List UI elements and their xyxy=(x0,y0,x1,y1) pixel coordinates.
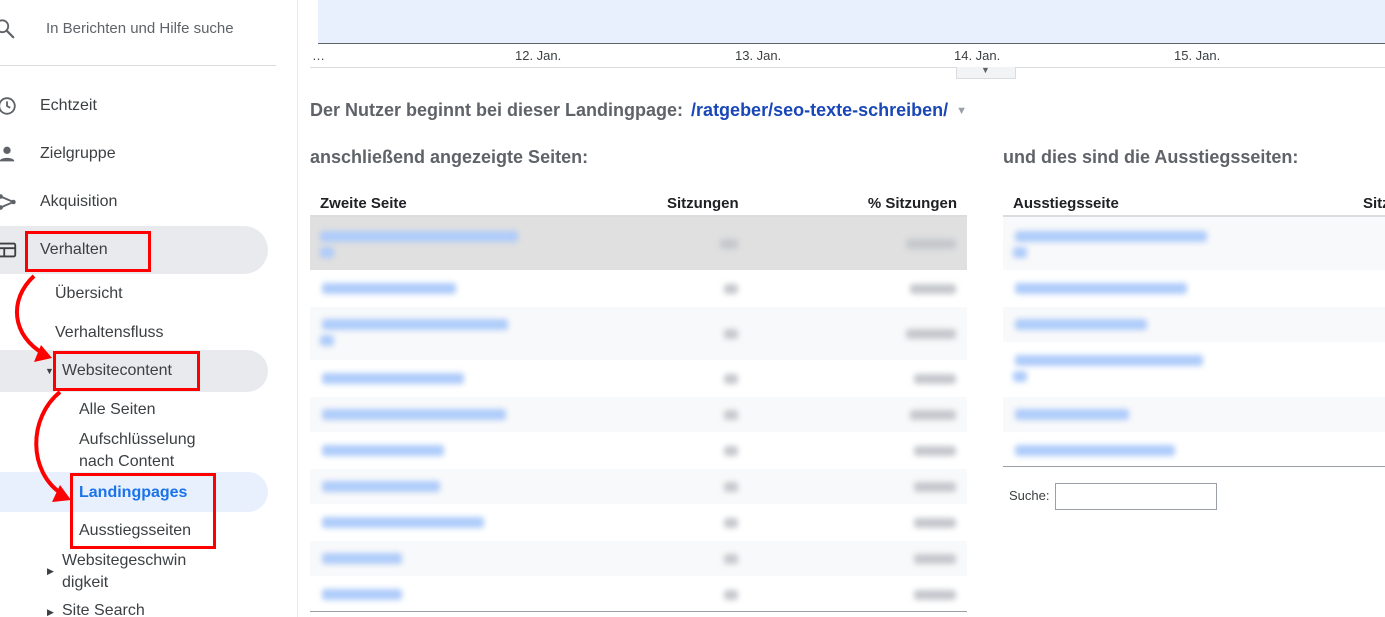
table-row[interactable] xyxy=(310,433,967,469)
sidebar-item-echtzeit[interactable]: Echtzeit xyxy=(0,84,276,128)
next-pages-table: Zweite Seite Sitzungen % Sitzungen xyxy=(310,190,967,613)
table-row[interactable] xyxy=(310,469,967,505)
table-header: Zweite Seite Sitzungen % Sitzungen xyxy=(310,190,967,217)
search-label: Suche: xyxy=(1009,488,1050,503)
exit-pages-table: Ausstiegsseite Sitz xyxy=(1003,190,1385,469)
table-row[interactable] xyxy=(310,361,967,397)
sidebar-subitem-aufschluesselung-line2[interactable]: nach Content xyxy=(79,451,174,473)
exit-pages-search-input[interactable] xyxy=(1055,483,1217,510)
column-header-ausstiegsseite[interactable]: Ausstiegsseite xyxy=(1013,195,1119,212)
caret-right-icon[interactable]: ▶ xyxy=(47,566,54,577)
sidebar-item-label: Verhalten xyxy=(40,241,108,258)
chart-x-tick: 14. Jan. xyxy=(954,48,1001,63)
chart-collapse-toggle[interactable]: ▼ xyxy=(956,65,1016,79)
sidebar-item-label: Zielgruppe xyxy=(40,145,116,162)
table-row[interactable] xyxy=(310,397,967,433)
sidebar-item-label: Echtzeit xyxy=(40,97,97,114)
main-content: … 12. Jan. 13. Jan. 14. Jan. 15. Jan. ▼ … xyxy=(298,0,1385,617)
chart-x-tick: 12. Jan. xyxy=(515,48,562,63)
sidebar-subitem-geschwindigkeit-line1[interactable]: Websitegeschwin xyxy=(62,550,186,572)
sidebar-item-label: Akquisition xyxy=(40,193,118,210)
column-header-zweite-seite[interactable]: Zweite Seite xyxy=(320,195,407,212)
report-search[interactable]: In Berichten und Hilfe suche xyxy=(0,0,276,66)
table-row[interactable] xyxy=(1003,307,1385,343)
sidebar-subitem-websitecontent[interactable]: Websitecontent xyxy=(62,360,172,382)
clock-icon xyxy=(0,97,16,115)
table-divider xyxy=(1003,466,1385,467)
sidebar-item-zielgruppe[interactable]: Zielgruppe xyxy=(0,132,276,176)
sessions-chart xyxy=(318,0,1385,44)
sidebar-subitem-landingpages[interactable]: Landingpages xyxy=(79,482,187,504)
sidebar-item-akquisition[interactable]: Akquisition xyxy=(0,180,276,224)
table-divider xyxy=(310,611,967,612)
sidebar-subitem-geschwindigkeit-line2[interactable]: digkeit xyxy=(62,572,108,594)
sidebar-subitem-aufschluesselung-line1[interactable]: Aufschlüsselung xyxy=(79,429,196,451)
sidebar-subitem-verhaltensfluss[interactable]: Verhaltensfluss xyxy=(55,322,164,344)
chevron-down-icon: ▼ xyxy=(981,65,990,75)
sidebar-subitem-ausstiegsseiten[interactable]: Ausstiegsseiten xyxy=(79,520,191,542)
person-icon xyxy=(0,146,15,162)
search-placeholder: In Berichten und Hilfe suche xyxy=(46,20,234,37)
sidebar-nav: In Berichten und Hilfe suche Echtzeit Zi… xyxy=(0,0,298,617)
landing-page-prefix: Der Nutzer beginnt bei dieser Landingpag… xyxy=(310,100,684,120)
table-row[interactable] xyxy=(310,577,967,613)
table-header: Ausstiegsseite Sitz xyxy=(1003,190,1385,217)
sidebar-subitem-alle-seiten[interactable]: Alle Seiten xyxy=(79,399,156,421)
dropdown-caret-icon[interactable]: ▼ xyxy=(956,105,967,117)
behavior-icon xyxy=(0,242,17,258)
exit-pages-title: und dies sind die Ausstiegsseiten: xyxy=(1003,147,1299,167)
caret-right-icon[interactable]: ▶ xyxy=(47,607,54,617)
table-row[interactable] xyxy=(1003,271,1385,307)
caret-down-icon[interactable]: ▼ xyxy=(45,366,54,376)
table-row[interactable] xyxy=(310,541,967,577)
search-icon xyxy=(0,19,15,39)
chart-x-tick: 15. Jan. xyxy=(1174,48,1221,63)
chart-divider xyxy=(310,67,1385,68)
column-header-sitzungen[interactable]: Sitz xyxy=(1363,195,1385,212)
table-row[interactable] xyxy=(1003,217,1385,271)
column-header-sitzungen[interactable]: Sitzungen xyxy=(667,195,739,212)
table-row[interactable] xyxy=(1003,397,1385,433)
acquisition-icon xyxy=(0,194,16,210)
table-row[interactable] xyxy=(310,505,967,541)
sidebar-subitem-site-search[interactable]: Site Search xyxy=(62,600,145,617)
landing-page-link[interactable]: /ratgeber/seo-texte-schreiben/ xyxy=(691,100,948,120)
chart-x-tick: 13. Jan. xyxy=(735,48,782,63)
next-pages-title: anschließend angezeigte Seiten: xyxy=(310,147,589,167)
column-header-prozent-sitzungen[interactable]: % Sitzungen xyxy=(868,195,957,212)
sidebar-subitem-uebersicht[interactable]: Übersicht xyxy=(55,283,123,305)
table-row[interactable] xyxy=(1003,343,1385,397)
table-row[interactable] xyxy=(310,271,967,307)
table-row[interactable] xyxy=(1003,433,1385,469)
landing-page-selector: Der Nutzer beginnt bei dieser Landingpag… xyxy=(310,100,967,121)
sidebar-item-verhalten[interactable]: Verhalten xyxy=(0,228,268,272)
table-row[interactable] xyxy=(310,217,967,271)
chart-x-tick: … xyxy=(312,48,325,63)
table-row[interactable] xyxy=(310,307,967,361)
